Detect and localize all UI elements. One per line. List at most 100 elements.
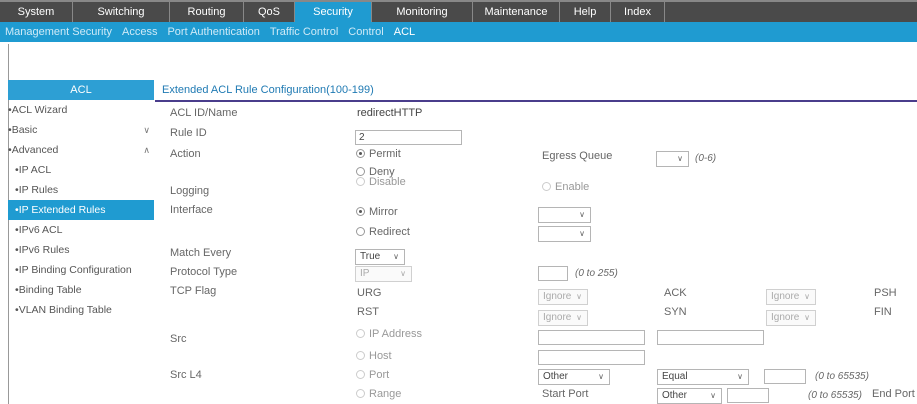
sidebar: ACL •ACL Wizard •Basic ∨ •Advanced ∧ •IP A…	[8, 80, 154, 320]
match-every-value: True	[360, 251, 381, 262]
start-port-select[interactable]: Other ∨	[657, 388, 722, 404]
radio-icon	[542, 182, 551, 191]
redirect-label: Redirect	[369, 226, 410, 238]
chevron-down-icon: ∨	[737, 372, 743, 381]
tab-system[interactable]: System	[0, 2, 73, 22]
radio-icon	[356, 329, 365, 338]
sidebar-item-ip-binding-configuration[interactable]: •IP Binding Configuration	[8, 260, 154, 280]
sidebar-item-acl-wizard[interactable]: •ACL Wizard	[8, 100, 154, 120]
src-port-value: Other	[543, 371, 569, 382]
host-label: Host	[369, 350, 392, 362]
mirror-label: Mirror	[369, 206, 398, 218]
src-port-radio[interactable]: Port	[356, 369, 389, 381]
tab-switching[interactable]: Switching	[73, 2, 170, 22]
sidebar-item-basic[interactable]: •Basic ∨	[8, 120, 154, 140]
urg-flag-select[interactable]: Ignore ∨	[538, 289, 588, 305]
radio-selected-icon	[356, 207, 365, 216]
sidebar-item-ip-extended-rules[interactable]: •IP Extended Rules	[8, 200, 154, 220]
src-label: Src	[170, 333, 187, 345]
acl-id-label: ACL ID/Name	[170, 107, 238, 119]
src-host-radio[interactable]: Host	[356, 350, 392, 362]
subtab-management-security[interactable]: Management Security	[0, 26, 117, 38]
match-every-select[interactable]: True ∨	[355, 249, 405, 265]
mirror-radio[interactable]: Mirror	[356, 206, 398, 218]
page-title: Extended ACL Rule Configuration(100-199)	[162, 84, 374, 96]
egress-queue-select[interactable]: ∨	[656, 151, 689, 167]
sidebar-item-label: IPv6 ACL	[18, 224, 63, 236]
sidebar-item-ip-rules[interactable]: •IP Rules	[8, 180, 154, 200]
rst-flag-select[interactable]: Ignore ∨	[538, 310, 588, 326]
enable-label: Enable	[555, 181, 590, 193]
urg-flag-value: Ignore	[543, 291, 572, 302]
subtab-acl[interactable]: ACL	[389, 26, 420, 38]
permit-label: Permit	[369, 148, 401, 160]
disable-label: Disable	[369, 176, 406, 188]
logging-disable-radio[interactable]: Disable	[356, 176, 406, 188]
tab-maintenance[interactable]: Maintenance	[473, 2, 560, 22]
chevron-down-icon: ∨	[579, 229, 585, 238]
title-divider	[155, 100, 917, 102]
tcp-flag-label: TCP Flag	[170, 285, 217, 297]
permit-radio[interactable]: Permit	[356, 148, 401, 160]
tab-help[interactable]: Help	[560, 2, 611, 22]
mirror-interface-select[interactable]: ∨	[538, 207, 591, 223]
interface-label: Interface	[170, 204, 213, 216]
protocol-type-select[interactable]: IP ∨	[355, 266, 412, 282]
acl-id-value: redirectHTTP	[357, 107, 423, 119]
ack-flag-label: ACK	[664, 287, 687, 299]
protocol-number-input[interactable]	[538, 266, 568, 281]
syn-flag-select[interactable]: Ignore ∨	[766, 310, 816, 326]
sidebar-item-vlan-binding-table[interactable]: •VLAN Binding Table	[8, 300, 154, 320]
chevron-down-icon: ∨	[576, 313, 582, 322]
top-nav: System Switching Routing QoS Security Mo…	[0, 0, 917, 22]
rule-id-input[interactable]: 2	[355, 130, 462, 145]
ack-flag-select[interactable]: Ignore ∨	[766, 289, 816, 305]
redirect-interface-select[interactable]: ∨	[538, 226, 591, 242]
rst-flag-label: RST	[357, 306, 379, 318]
src-host-input[interactable]	[538, 350, 645, 365]
chevron-down-icon: ∨	[710, 391, 716, 400]
subtab-access[interactable]: Access	[117, 26, 162, 38]
src-ip-address-input[interactable]	[538, 330, 645, 345]
ip-address-label: IP Address	[369, 328, 422, 340]
sidebar-item-label: Advanced	[11, 144, 59, 156]
logging-enable-radio[interactable]: Enable	[542, 181, 589, 193]
range-label: Range	[369, 388, 402, 400]
tab-qos[interactable]: QoS	[244, 2, 295, 22]
sidebar-item-advanced[interactable]: •Advanced ∧	[8, 140, 154, 160]
radio-icon	[356, 370, 365, 379]
sidebar-item-label: VLAN Binding Table	[18, 304, 112, 316]
sidebar-item-ipv6-acl[interactable]: •IPv6 ACL	[8, 220, 154, 240]
src-port-number-input[interactable]	[764, 369, 806, 384]
subtab-port-authentication[interactable]: Port Authentication	[162, 26, 264, 38]
src-port-select[interactable]: Other ∨	[538, 369, 610, 385]
sidebar-item-label: IP Extended Rules	[18, 204, 106, 216]
sidebar-item-label: IPv6 Rules	[18, 244, 70, 256]
egress-queue-hint: (0-6)	[695, 153, 717, 164]
src-ip-mask-input[interactable]	[657, 330, 764, 345]
chevron-down-icon: ∨	[598, 372, 604, 381]
sidebar-item-ip-acl[interactable]: •IP ACL	[8, 160, 154, 180]
redirect-radio[interactable]: Redirect	[356, 226, 410, 238]
tab-index[interactable]: Index	[611, 2, 665, 22]
src-range-radio[interactable]: Range	[356, 388, 401, 400]
fin-flag-label: FIN	[874, 306, 892, 318]
sidebar-item-ipv6-rules[interactable]: •IPv6 Rules	[8, 240, 154, 260]
tab-security[interactable]: Security	[295, 2, 372, 22]
sidebar-item-binding-table[interactable]: •Binding Table	[8, 280, 154, 300]
src-ip-address-radio[interactable]: IP Address	[356, 328, 422, 340]
protocol-type-label: Protocol Type	[170, 266, 238, 278]
protocol-number-hint: (0 to 255)	[575, 268, 618, 279]
radio-icon	[356, 167, 365, 176]
chevron-down-icon: ∨	[576, 292, 582, 301]
tab-routing[interactable]: Routing	[170, 2, 244, 22]
src-port-operator-select[interactable]: Equal ∨	[657, 369, 749, 385]
subtab-traffic-control[interactable]: Traffic Control	[265, 26, 343, 38]
start-port-value: Other	[662, 390, 688, 401]
sidebar-header: ACL	[8, 80, 154, 100]
ack-flag-value: Ignore	[771, 291, 800, 302]
start-port-number-input[interactable]	[727, 388, 769, 403]
tab-monitoring[interactable]: Monitoring	[372, 2, 473, 22]
psh-flag-label: PSH	[874, 287, 897, 299]
subtab-control[interactable]: Control	[343, 26, 388, 38]
